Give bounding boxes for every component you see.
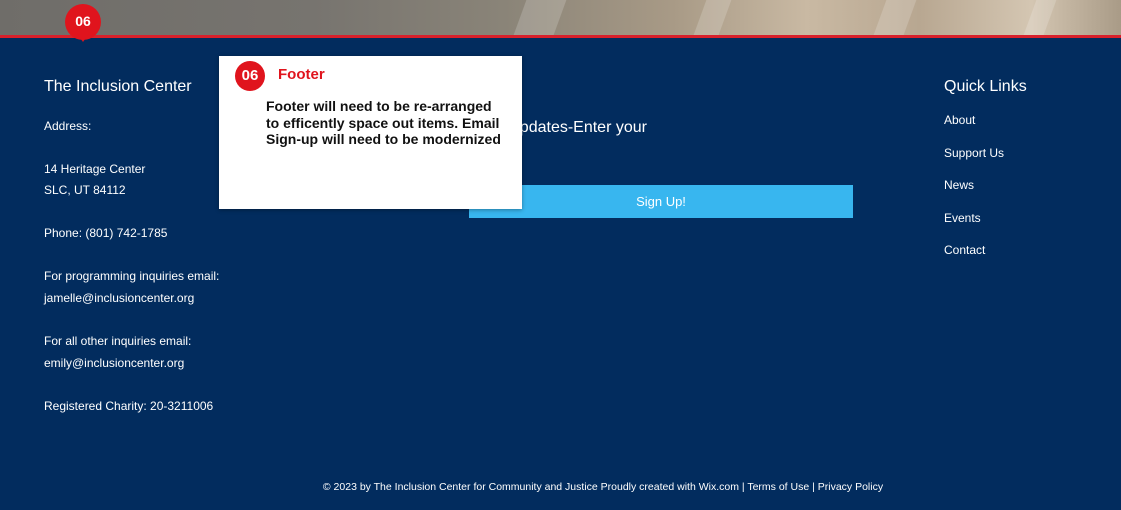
terms-of-use-link[interactable]: Terms of Use xyxy=(747,481,809,493)
privacy-policy-link[interactable]: Privacy Policy xyxy=(818,481,883,493)
separator: | xyxy=(809,481,818,493)
header-divider xyxy=(0,35,1121,38)
copyright-text: © 2023 by The Inclusion Center for Commu… xyxy=(322,481,739,493)
annotation-marker-number: 06 xyxy=(75,13,91,29)
programming-email-link[interactable]: jamelle@inclusioncenter.org xyxy=(44,288,274,309)
annotation-marker: 06 xyxy=(65,4,101,42)
quick-link-support-us[interactable]: Support Us xyxy=(944,146,1104,179)
other-email-link[interactable]: emily@inclusioncenter.org xyxy=(44,353,274,374)
quick-links-title: Quick Links xyxy=(944,78,1027,95)
annotation-title: Footer xyxy=(278,66,325,83)
other-inquiries-label: For all other inquiries email: xyxy=(44,334,192,348)
programming-inquiries-label: For programming inquiries email: xyxy=(44,269,220,283)
quick-link-news[interactable]: News xyxy=(944,178,1104,211)
registered-charity: Registered Charity: 20-3211006 xyxy=(44,399,214,413)
footer-bottom-bar: © 2023 by The Inclusion Center for Commu… xyxy=(0,481,1121,493)
annotation-callout: 06 Footer Footer will need to be re-arra… xyxy=(219,56,522,209)
annotation-number-badge: 06 xyxy=(235,61,265,91)
sign-up-button[interactable]: Sign Up! xyxy=(469,185,853,218)
quick-link-about[interactable]: About xyxy=(944,113,1104,146)
quick-link-contact[interactable]: Contact xyxy=(944,243,1104,276)
annotation-body: Footer will need to be re-arranged to ef… xyxy=(266,98,501,147)
photo-texture xyxy=(693,0,732,35)
phone-number: Phone: (801) 742-1785 xyxy=(44,226,168,240)
photo-texture xyxy=(513,0,567,35)
quick-links-column: Quick Links About Support Us News Events… xyxy=(944,78,1104,276)
photo-texture xyxy=(873,0,917,35)
photo-texture xyxy=(1023,0,1057,35)
quick-link-events[interactable]: Events xyxy=(944,211,1104,244)
header-background-image xyxy=(0,0,1121,35)
